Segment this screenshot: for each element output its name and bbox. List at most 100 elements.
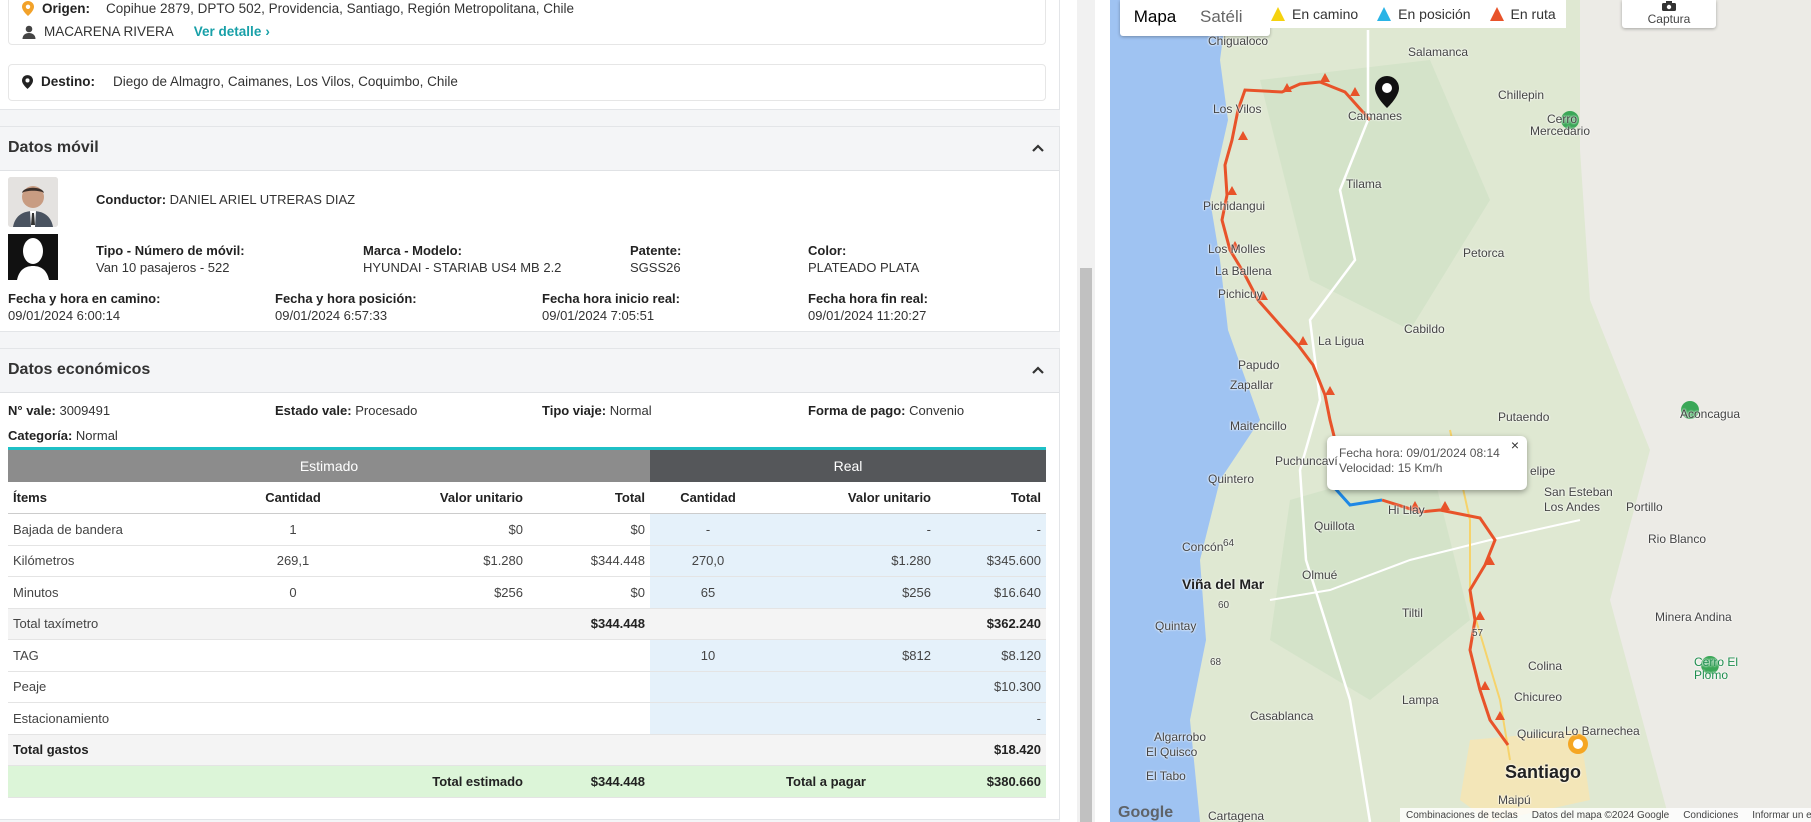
place-label: Plomo	[1694, 668, 1729, 682]
place-label: Hi Llay	[1388, 503, 1425, 517]
end-value: 09/01/2024 11:20:27	[808, 308, 927, 323]
place-label: Aconcagua	[1680, 407, 1741, 421]
place-label: Petorca	[1463, 246, 1505, 260]
yellow-triangle-icon	[1271, 7, 1285, 21]
brand-value: HYUNDAI - STARIAB US4 MB 2.2	[363, 260, 562, 275]
place-label: Chillepin	[1498, 88, 1545, 102]
cell: $344.448	[528, 765, 650, 798]
place-label: Zapallar	[1230, 378, 1274, 392]
trip-type-value: Normal	[609, 403, 652, 418]
cell: 0	[238, 576, 348, 609]
place-label: El Tabo	[1146, 769, 1186, 783]
category-field: Categoría: Normal	[8, 427, 118, 444]
cell: 1	[238, 513, 348, 546]
table-row: Kilómetros 269,1 $1.280 $344.448 270,0 $…	[8, 545, 1046, 577]
table-row: Peaje $10.300	[8, 671, 1046, 703]
place-label: Minera Andina	[1655, 610, 1732, 624]
mobile-header[interactable]: Datos móvil	[0, 127, 1059, 171]
map-data-text: Datos del mapa ©2024 Google	[1531, 809, 1670, 821]
cell: $380.660	[936, 765, 1046, 798]
origin-label: Origen:	[42, 1, 91, 16]
position-field: Fecha y hora posición: 09/01/2024 6:57:3…	[275, 290, 417, 324]
legend-en-posicion: En posición	[1376, 6, 1471, 22]
cell: 270,0	[650, 545, 766, 577]
voucher-label: N° vale:	[8, 403, 56, 418]
detail-link[interactable]: Ver detalle	[194, 24, 262, 39]
chevron-up-icon[interactable]	[1031, 363, 1045, 377]
route-map[interactable]: Mapa Satéli En camino En posición En rut…	[1110, 0, 1811, 822]
cell	[650, 671, 766, 703]
cell	[766, 702, 936, 735]
report-error-link[interactable]: Informar un er	[1752, 810, 1811, 821]
position-popup: Fecha hora: 09/01/2024 08:14 Velocidad: …	[1327, 436, 1527, 490]
cell: $18.420	[936, 734, 1046, 766]
cell: Bajada de bandera	[8, 513, 238, 546]
cell: 269,1	[238, 545, 348, 577]
capture-button[interactable]: Captura	[1622, 0, 1716, 28]
place-label: Cabildo	[1404, 322, 1445, 336]
trip-type-label: Tipo viaje:	[542, 403, 607, 418]
place-label: Chigualoco	[1208, 34, 1269, 48]
location-pin-icon	[22, 74, 33, 89]
cell	[650, 702, 766, 735]
place-label: Portillo	[1626, 500, 1663, 514]
scrollbar-thumb[interactable]	[1080, 268, 1092, 822]
place-label: Salamanca	[1408, 45, 1469, 59]
driver-field: Conductor: DANIEL ARIEL UTRERAS DIAZ	[96, 191, 355, 208]
cell: $256	[348, 576, 528, 609]
cell: $362.240	[936, 608, 1046, 640]
orange-triangle-icon	[1489, 7, 1504, 21]
popup-speed: Velocidad: 15 Km/h	[1339, 461, 1443, 475]
cell: $344.448	[528, 608, 650, 640]
place-label: Papudo	[1238, 358, 1280, 372]
person-icon	[22, 25, 36, 39]
expenses-row: Total gastos $18.420	[8, 734, 1046, 766]
costs-table: Estimado Real Ítems Cantidad Valor unita…	[8, 450, 1046, 798]
tab-map[interactable]: Mapa	[1120, 0, 1190, 36]
terms-link[interactable]: Condiciones	[1683, 810, 1738, 821]
place-label: San Esteban	[1544, 485, 1613, 499]
place-label: Tiltil	[1402, 606, 1423, 620]
capture-label: Captura	[1647, 12, 1691, 26]
place-label: La Ligua	[1318, 334, 1365, 348]
place-label: Lo Barnechea	[1565, 724, 1640, 738]
driver-avatar-icon	[8, 177, 58, 227]
chevron-right-icon[interactable]: ›	[265, 24, 270, 39]
place-label: Pichicuy	[1218, 287, 1263, 301]
brand-label: Marca - Modelo:	[363, 243, 462, 258]
blue-triangle-icon	[1377, 7, 1392, 21]
cell: Total taxímetro	[8, 608, 238, 640]
road-number: 64	[1223, 538, 1235, 549]
keyboard-shortcuts-link[interactable]: Combinaciones de teclas	[1406, 810, 1518, 821]
destination-address: Diego de Almagro, Caimanes, Los Vilos, C…	[113, 74, 458, 89]
voucher-value: 3009491	[59, 403, 111, 418]
place-label: Chicureo	[1514, 690, 1563, 704]
plate-label: Patente:	[630, 243, 682, 258]
table-row: Minutos 0 $256 $0 65 $256 $16.640	[8, 576, 1046, 609]
payment-label: Forma de pago:	[808, 403, 906, 418]
cell	[766, 671, 936, 703]
place-label: Olmué	[1302, 568, 1338, 582]
place-label: Quillota	[1314, 519, 1355, 533]
cell: Kilómetros	[8, 545, 238, 577]
close-icon[interactable]: ×	[1511, 438, 1519, 453]
place-label: elipe	[1530, 464, 1556, 478]
chevron-up-icon[interactable]	[1031, 141, 1045, 155]
end-label: Fecha hora fin real:	[808, 291, 928, 306]
type-label: Tipo - Número de móvil:	[96, 243, 245, 258]
legend-label: En ruta	[1510, 6, 1556, 22]
cell: Total gastos	[8, 734, 238, 766]
place-label: Casablanca	[1250, 709, 1314, 723]
place-label: Quintero	[1208, 472, 1255, 486]
table-row: TAG 10 $812 $8.120	[8, 639, 1046, 672]
place-label: Tilama	[1346, 177, 1382, 191]
driver-photo	[8, 177, 58, 227]
cell: TAG	[8, 639, 238, 672]
col-qty-est: Cantidad	[238, 482, 348, 514]
economic-header[interactable]: Datos económicos	[0, 349, 1059, 393]
cell: $8.120	[936, 639, 1046, 672]
state-label: Estado vale:	[275, 403, 352, 418]
cell: $1.280	[766, 545, 936, 577]
trip-detail-panel: Origen: Copihue 2879, DPTO 502, Providen…	[0, 0, 1060, 822]
tab-satellite[interactable]: Satéli	[1190, 0, 1260, 36]
